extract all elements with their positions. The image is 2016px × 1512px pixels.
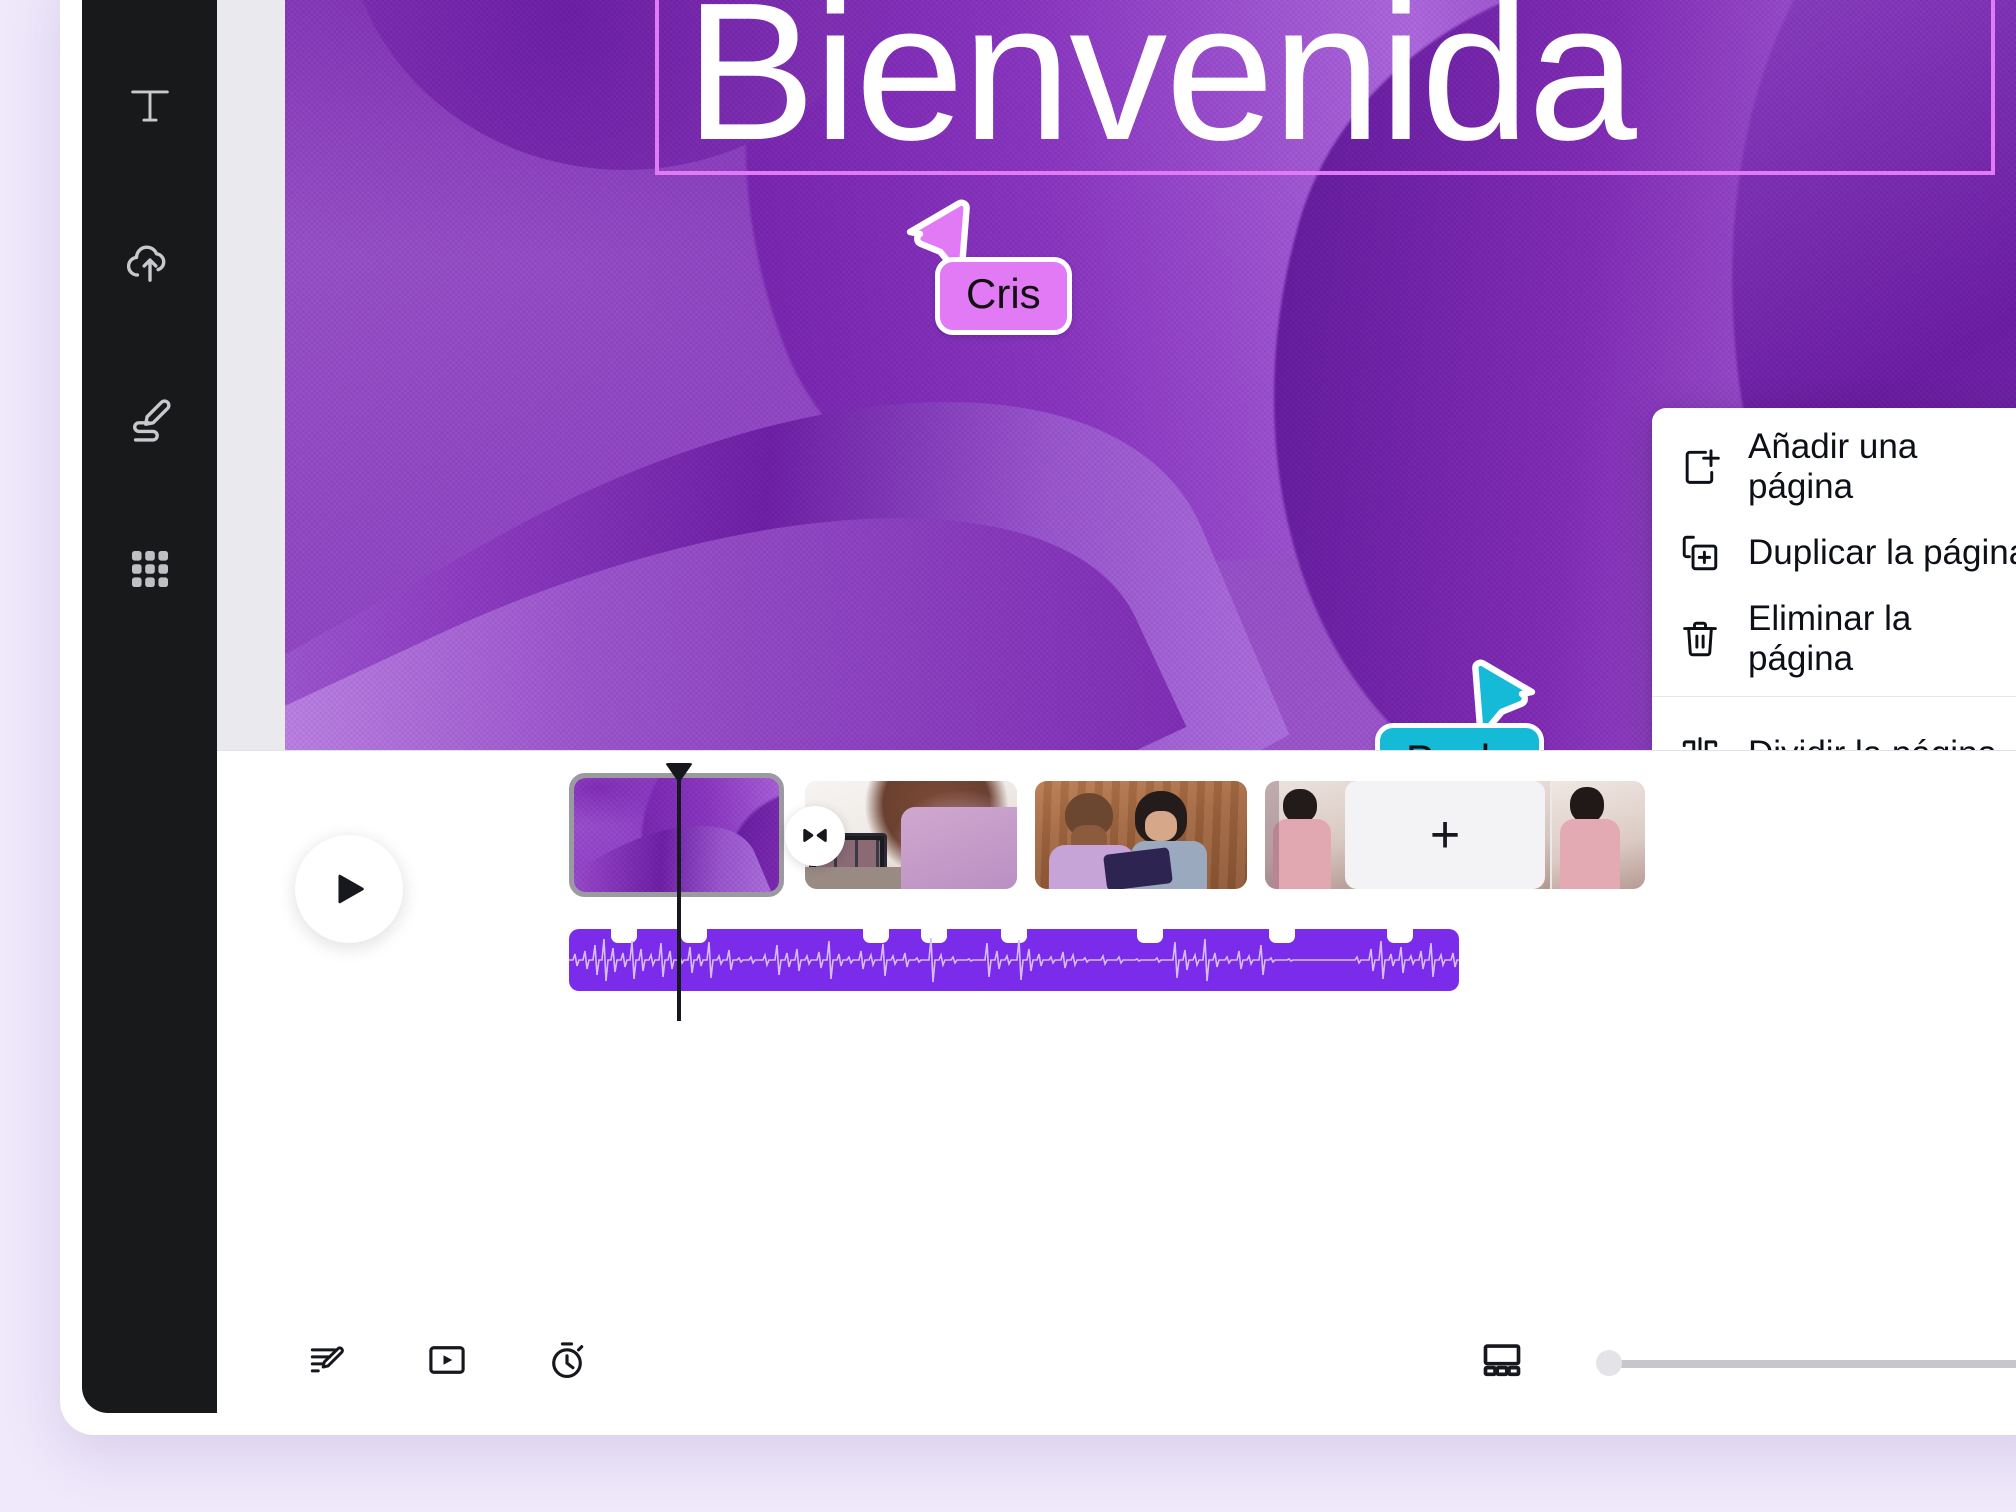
text-icon: [124, 80, 176, 132]
editor-area: Bienvenida C Cris: [217, 0, 2016, 1413]
menu-label-split-page: Dividir la página: [1748, 734, 2016, 750]
menu-label-duplicate-page: Duplicar la página: [1748, 533, 2016, 572]
timeline-view-button[interactable]: [401, 1316, 493, 1408]
window-inner: Bienvenida C Cris: [82, 0, 2016, 1413]
audio-waveform-icon: [569, 937, 1459, 983]
clip-person-shape: [901, 807, 1017, 889]
zoom-slider[interactable]: [1596, 1350, 2016, 1376]
menu-item-delete-page[interactable]: Eliminar la página ELIMINAR: [1652, 596, 2016, 682]
menu-label-add-page: Añadir una página: [1748, 427, 1918, 506]
sidebar-item-text[interactable]: [82, 65, 217, 147]
cursor-label-paula: Paula: [1375, 723, 1545, 750]
clip-frame: [1551, 781, 1645, 889]
menu-label-delete-page: Eliminar la página: [1748, 599, 1912, 678]
timer-icon: [546, 1339, 588, 1386]
add-page-button[interactable]: +: [1345, 781, 1545, 889]
plus-icon: +: [1429, 806, 1461, 864]
left-rail: [82, 0, 217, 1413]
audio-track[interactable]: [569, 929, 1459, 991]
page-context-menu: Añadir una página ⌘ENTER Duplicar la pág…: [1652, 408, 2016, 750]
notes-icon: [306, 1339, 348, 1386]
sidebar-item-apps[interactable]: [82, 528, 217, 610]
cloud-upload-icon: [123, 234, 177, 288]
transition-icon: [803, 828, 827, 842]
zoom-slider-wrap: [1560, 1316, 2016, 1408]
add-page-icon: [1678, 445, 1732, 489]
cursor-label-cris: Cris: [935, 257, 1072, 335]
clip-person2-face: [1145, 811, 1177, 841]
grid-view-button[interactable]: [1456, 1316, 1548, 1408]
menu-item-split-page[interactable]: Dividir la página S: [1652, 711, 2016, 750]
pen-draw-icon: [123, 392, 177, 446]
timeline-bottom-bar: [217, 1311, 2016, 1413]
zoom-slider-knob[interactable]: [1596, 1350, 1622, 1376]
collaborator-cursor-cris: Cris: [900, 195, 1072, 335]
duplicate-page-icon: [1678, 531, 1732, 575]
video-play-icon: [426, 1339, 468, 1386]
menu-item-add-page[interactable]: Añadir una página ⌘ENTER: [1652, 424, 2016, 510]
grid-view-icon: [1480, 1338, 1524, 1387]
sidebar-item-draw[interactable]: [82, 378, 217, 460]
app-window: Bienvenida C Cris: [60, 0, 2016, 1435]
clip-desk: [805, 867, 901, 889]
collaborator-cursor-paula: Paula: [1375, 655, 1545, 750]
timeline-clip-two-women-tablet[interactable]: [1035, 781, 1247, 889]
trash-icon: [1678, 617, 1732, 661]
clip-tablet: [1103, 847, 1173, 889]
play-icon: [338, 874, 364, 904]
apps-grid-icon: [127, 546, 173, 592]
notes-button[interactable]: [281, 1316, 373, 1408]
menu-divider: [1652, 696, 2016, 697]
timeline: +: [217, 750, 2016, 1413]
sidebar-item-uploads[interactable]: [82, 220, 217, 302]
canvas-area: Bienvenida C Cris: [217, 0, 2016, 750]
playhead-line: [677, 771, 681, 1021]
playhead-marker[interactable]: [665, 763, 693, 783]
duration-button[interactable]: [521, 1316, 613, 1408]
transition-button[interactable]: [785, 806, 845, 866]
play-button[interactable]: [295, 835, 403, 943]
text-selection-frame[interactable]: C: [655, 0, 1995, 175]
menu-item-duplicate-page[interactable]: Duplicar la página ⌘D: [1652, 510, 2016, 596]
split-page-icon: [1678, 732, 1732, 750]
